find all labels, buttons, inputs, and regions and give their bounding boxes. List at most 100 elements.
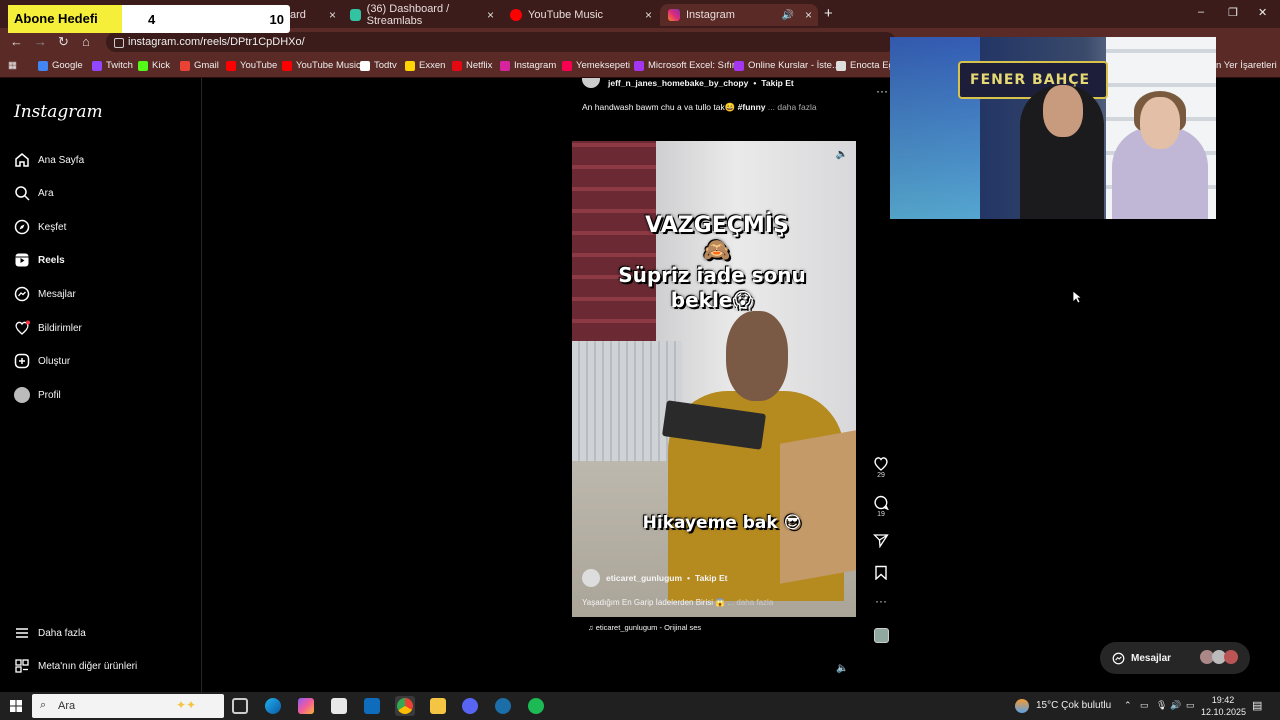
bookmark-item[interactable]: Online Kurslar - İste... [734,60,840,71]
weather-icon[interactable] [1015,699,1029,713]
nav-messages[interactable]: Mesajlar [14,286,76,302]
close-window-button[interactable]: ✕ [1258,6,1267,19]
nav-meta-products[interactable]: Meta'nın diğer ürünleri [14,658,137,674]
notifications-icon[interactable]: ▤ [1252,699,1262,712]
bookmark-item[interactable]: Enocta Eği [836,60,896,71]
reload-icon[interactable]: ↻ [58,34,69,50]
new-tab-button[interactable]: + [824,5,833,22]
store-icon[interactable] [331,698,347,714]
volume-icon[interactable]: 🔈 [836,149,848,160]
username[interactable]: jeff_n_janes_homebake_by_chopy [608,78,748,88]
bookmark-item[interactable]: Instagram [500,60,556,71]
tab-partial[interactable]: ard × [282,4,342,26]
chevron-up-icon[interactable]: ⌃ [1124,700,1132,711]
nav-home[interactable]: Ana Sayfa [14,152,84,168]
nav-label: Ara [38,187,54,199]
follow-button[interactable]: Takip Et [695,573,727,583]
minimize-button[interactable]: – [1198,6,1204,18]
bookmark-item[interactable]: Netflix [452,60,492,71]
edge-icon[interactable] [265,698,281,714]
other-bookmarks[interactable]: n Yer İşaretleri [1216,60,1277,71]
avatar[interactable] [582,569,600,587]
tab-close-icon[interactable]: × [645,8,652,22]
bookmark-favicon-icon [38,60,48,71]
bookmark-label: YouTube [240,60,278,71]
discord-icon[interactable] [462,698,478,714]
display-icon[interactable]: ▭ [1186,700,1195,711]
back-arrow-icon[interactable]: ← [10,34,23,49]
like-button[interactable]: 29 [872,456,890,479]
url-input[interactable]: instagram.com/reels/DPtr1CpDHXo/ [106,32,896,52]
speaker-icon[interactable]: 🔊 [1170,700,1181,711]
nav-more[interactable]: Daha fazla [14,625,86,641]
username[interactable]: eticaret_gunlugum [606,573,682,583]
instagram-logo[interactable]: Instagram [14,102,103,122]
heart-icon [874,457,888,471]
task-view-icon[interactable] [232,698,248,714]
clock-time[interactable]: 19:42 [1203,695,1243,705]
home-icon[interactable]: ⌂ [82,34,90,49]
hashtag[interactable]: #funny [738,102,766,112]
caption: An handwash bawm chu a va tullo tak😄 #fu… [582,102,882,113]
microphone-icon[interactable]: 🎙 [1156,700,1167,711]
weather-text[interactable]: 15°C Çok bulutlu [1036,700,1111,711]
more-link[interactable]: ... daha fazla [768,102,817,112]
nav-reels[interactable]: Reels [14,252,65,268]
messages-pill[interactable]: Mesajlar [1100,642,1250,674]
file-explorer-icon[interactable] [430,698,446,714]
tab-close-icon[interactable]: × [487,8,494,22]
network-icon[interactable]: ▭ [1140,700,1149,711]
more-options-icon[interactable]: ··· [872,594,890,608]
more-options-icon[interactable]: ··· [876,84,888,98]
tab-youtube-music[interactable]: YouTube Music × [502,4,658,26]
bookmark-label: Kick [152,60,170,71]
bookmark-label: Gmail [194,60,219,71]
bookmark-item[interactable]: Microsoft Excel: Sıfır... [634,60,743,71]
meta-grid-icon [15,659,29,673]
nav-search[interactable]: Ara [14,185,54,201]
messenger-icon [1112,652,1125,664]
save-button[interactable] [872,565,890,580]
audio-thumbnail[interactable] [872,628,890,643]
nav-profile[interactable]: Profil [14,387,61,403]
speaker-icon[interactable]: 🔊 [782,10,794,21]
spotify-icon[interactable] [528,698,544,714]
tab-close-icon[interactable]: × [329,8,336,22]
avatar[interactable] [582,78,600,88]
forward-arrow-icon[interactable]: → [34,34,47,49]
share-button[interactable] [872,533,890,548]
bookmark-item[interactable]: Kick [138,60,170,71]
bookmark-item[interactable]: Yemeksepeti [562,60,630,71]
caption-text: Yaşadığım En Garip İadelerden Birisi 😱 [582,598,726,607]
comment-button[interactable]: 19 [872,495,890,518]
bookmark-item[interactable]: Google [38,60,83,71]
outlook-icon[interactable] [364,698,380,714]
apps-grid-icon[interactable]: ▦ [8,60,17,71]
bookmark-item[interactable]: YouTube Music [282,60,361,71]
bookmark-item[interactable]: Exxen [405,60,445,71]
bookmark-item[interactable]: Todtv [360,60,397,71]
tab-streamlabs[interactable]: (36) Dashboard / Streamlabs × [342,3,500,27]
nav-create[interactable]: Oluştur [14,353,70,369]
chrome-icon[interactable] [397,698,413,714]
bookmark-item[interactable]: YouTube [226,60,277,71]
windows-start-icon[interactable] [10,700,22,712]
reel-video[interactable]: VAZGEÇMİŞ 🙈 Süpriz iade sonu bekle😱 Hika… [572,141,856,645]
restore-button[interactable]: ❐ [1228,6,1238,19]
tab-close-icon[interactable]: × [805,8,812,22]
volume-icon[interactable]: 🔈 [836,663,848,674]
follow-button[interactable]: Takip Et [761,78,793,88]
tab-instagram[interactable]: Instagram 🔊 × [660,4,818,26]
nav-explore[interactable]: Keşfet [14,219,66,235]
reel-caption: Yaşadığım En Garip İadelerden Birisi 😱 .… [582,598,773,607]
copilot-icon[interactable] [298,698,314,714]
bookmark-favicon-icon [138,60,148,71]
steam-icon[interactable] [495,698,511,714]
tab-title: Instagram [686,9,735,21]
nav-notifications[interactable]: Bildirimler [14,320,82,336]
clock-date[interactable]: 12.10.2025 [1201,707,1246,717]
more-link[interactable]: ... daha fazla [727,598,773,607]
audio-row[interactable]: ♫ eticaret_gunlugum - Orijinal ses [572,617,856,645]
bookmark-item[interactable]: Gmail [180,60,219,71]
bookmark-item[interactable]: Twitch [92,60,133,71]
